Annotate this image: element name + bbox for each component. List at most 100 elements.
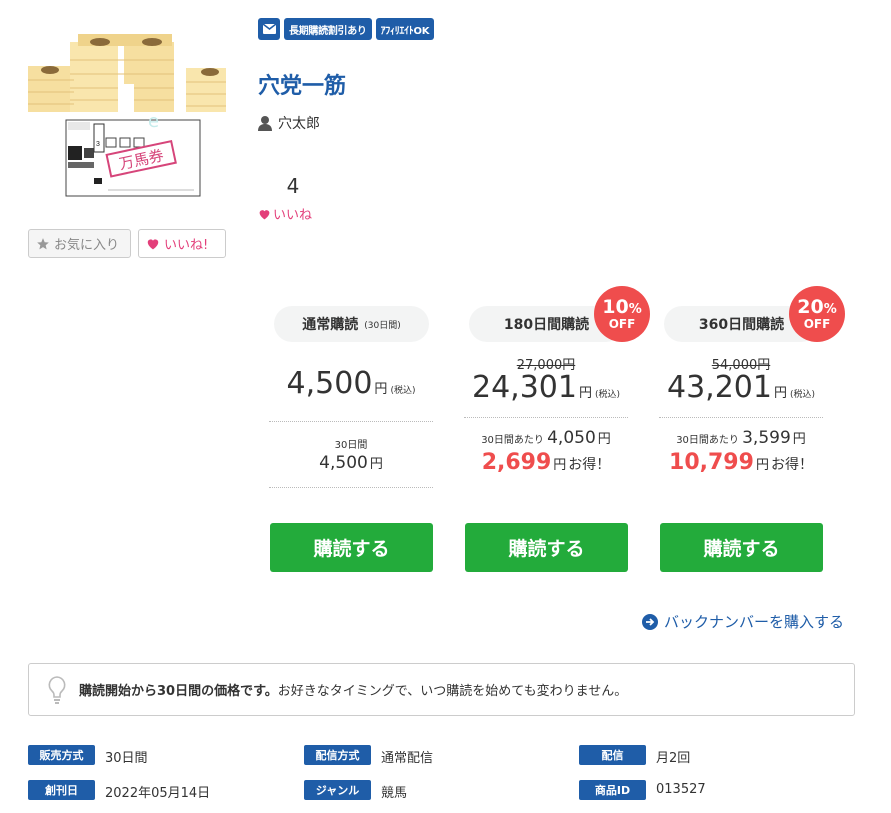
- author-name: 穴太郎: [278, 116, 320, 132]
- price-value: 43,201: [666, 370, 772, 405]
- meta-value-delivery-method: 通常配信: [381, 751, 434, 766]
- plan-price: 4,500 円 (税込): [269, 366, 433, 401]
- per-value: 4,500: [319, 453, 368, 473]
- like-button[interactable]: いいね!: [138, 229, 226, 258]
- favorite-button[interactable]: お気に入り: [28, 229, 131, 258]
- money-stack-image: [28, 34, 226, 112]
- divider: [659, 417, 823, 418]
- savings-yen: 円: [553, 458, 567, 473]
- plan-name: 通常購読: [302, 317, 359, 333]
- savings: 10,799 円お得！: [659, 450, 823, 475]
- like-label-text: いいね: [273, 208, 313, 223]
- affiliate-badge: ｱﾌｨﾘｴｲﾄOK: [375, 18, 435, 40]
- star-icon: [37, 237, 49, 249]
- arrow-right-circle-icon: [642, 613, 658, 630]
- price-tax: (税込): [390, 386, 416, 396]
- meta-label-genre: ジャンル: [304, 780, 371, 800]
- note-bold: 購読開始から30日間の価格です。: [79, 684, 278, 699]
- plan-price: 24,301 円 (税込): [464, 370, 628, 405]
- price-tax: (税込): [789, 390, 816, 400]
- mail-icon: [262, 24, 276, 34]
- per-30-label: 30日間: [334, 440, 368, 451]
- betting-ticket-image: 3 万馬券 e: [65, 111, 201, 197]
- discount-unit: %: [628, 302, 642, 317]
- discount-badge: 10% OFF: [594, 286, 650, 342]
- mail-badge: [258, 18, 280, 40]
- per-30-price: 4,500 円: [269, 453, 433, 473]
- savings-value: 10,799: [669, 450, 754, 475]
- plan-sub: (30日間): [364, 320, 401, 331]
- divider: [464, 417, 628, 418]
- price-note: 購読開始から30日間の価格です。お好きなタイミングで、いつ購読を始めても変わりま…: [28, 663, 855, 716]
- discount-off: OFF: [608, 317, 636, 331]
- subscribe-button-normal[interactable]: 購読する: [270, 523, 433, 572]
- author[interactable]: 穴太郎: [258, 113, 320, 133]
- price-yen: 円: [773, 386, 787, 401]
- meta-label-sales-method: 販売方式: [28, 745, 95, 765]
- discount-value: 10: [602, 296, 629, 318]
- backnumber-link[interactable]: バックナンバーを購入する: [642, 611, 844, 632]
- per-30-price: 30日間あたり 4,050 円: [464, 428, 628, 448]
- discount-badge: 20% OFF: [789, 286, 845, 342]
- discount-off: OFF: [803, 317, 831, 331]
- meta-value-sales-method: 30日間: [105, 751, 148, 766]
- original-price: 27,000円: [516, 358, 576, 373]
- like-button-label: いいね!: [164, 238, 209, 253]
- long-term-discount-badge: 長期購読割引あり: [284, 18, 372, 40]
- per-label: 30日間あたり: [481, 435, 544, 446]
- price-value: 4,500: [286, 366, 373, 401]
- backnumber-label: バックナンバーを購入する: [664, 613, 845, 631]
- savings-label: お得！: [770, 457, 813, 473]
- meta-value-genre[interactable]: 競馬: [381, 782, 407, 801]
- meta-label-delivery-method: 配信方式: [304, 745, 371, 765]
- divider: [269, 487, 433, 488]
- savings-label: お得！: [568, 457, 611, 473]
- heart-icon: [147, 239, 159, 250]
- price-yen: 円: [578, 386, 592, 401]
- meta-label-delivery: 配信: [579, 745, 646, 765]
- svg-text:e: e: [148, 111, 159, 132]
- svg-text:3: 3: [96, 141, 100, 148]
- subscribe-button-180[interactable]: 購読する: [465, 523, 628, 572]
- plan-360-days: 360日間購読 20% OFF 54,000円 43,201 円 (税込) 30日間…: [659, 286, 845, 572]
- heart-icon: [259, 209, 270, 219]
- badge-row: 長期購読割引あり ｱﾌｨﾘｴｲﾄOK: [258, 18, 435, 40]
- per-yen: 円: [369, 457, 383, 472]
- price-value: 24,301: [471, 370, 577, 405]
- meta-label-launch-date: 創刊日: [28, 780, 95, 800]
- plan-normal: 通常購読 (30日間) 4,500 円 (税込) 30日間 4,500 円 購読する: [269, 306, 433, 572]
- savings-yen: 円: [755, 458, 769, 473]
- per-yen: 円: [792, 432, 806, 447]
- per-30-price: 30日間あたり 3,599 円: [659, 428, 823, 448]
- person-icon: [258, 115, 272, 131]
- original-price: 54,000円: [711, 358, 771, 373]
- per-yen: 円: [597, 432, 611, 447]
- per-label: 30日間あたり: [676, 435, 739, 446]
- plan-180-days: 180日間購読 10% OFF 27,000円 24,301 円 (税込) 30日間…: [464, 286, 650, 572]
- price-yen: 円: [374, 382, 388, 397]
- savings: 2,699 円お得！: [464, 450, 628, 475]
- plan-name: 360日間購読: [698, 317, 785, 333]
- meta-label-product-id: 商品ID: [579, 780, 646, 800]
- savings-value: 2,699: [481, 450, 552, 475]
- meta-value-product-id: 013527: [656, 782, 706, 797]
- note-text: 購読開始から30日間の価格です。お好きなタイミングで、いつ購読を始めても変わりま…: [79, 680, 627, 699]
- meta-value-delivery: 月2回: [656, 751, 691, 766]
- subscribe-button-360[interactable]: 購読する: [660, 523, 823, 572]
- plan-price: 43,201 円 (税込): [659, 370, 823, 405]
- discount-value: 20: [797, 296, 824, 318]
- note-body: お好きなタイミングで、いつ購読を始めても変わりません。: [277, 684, 628, 699]
- per-value: 3,599: [742, 428, 791, 448]
- magazine-title: 穴党一筋: [258, 74, 347, 99]
- discount-unit: %: [823, 302, 837, 317]
- per-value: 4,050: [547, 428, 596, 448]
- price-tax: (税込): [594, 390, 621, 400]
- magazine-thumbnail: 3 万馬券 e: [28, 30, 226, 198]
- lightbulb-icon: [48, 675, 66, 704]
- plan-name: 180日間購読: [503, 317, 590, 333]
- favorite-button-label: お気に入り: [54, 238, 120, 253]
- meta-value-launch-date: 2022年05月14日: [105, 786, 211, 801]
- like-count: 4: [286, 174, 300, 198]
- like-count-label: いいね: [258, 204, 312, 223]
- divider: [269, 421, 433, 422]
